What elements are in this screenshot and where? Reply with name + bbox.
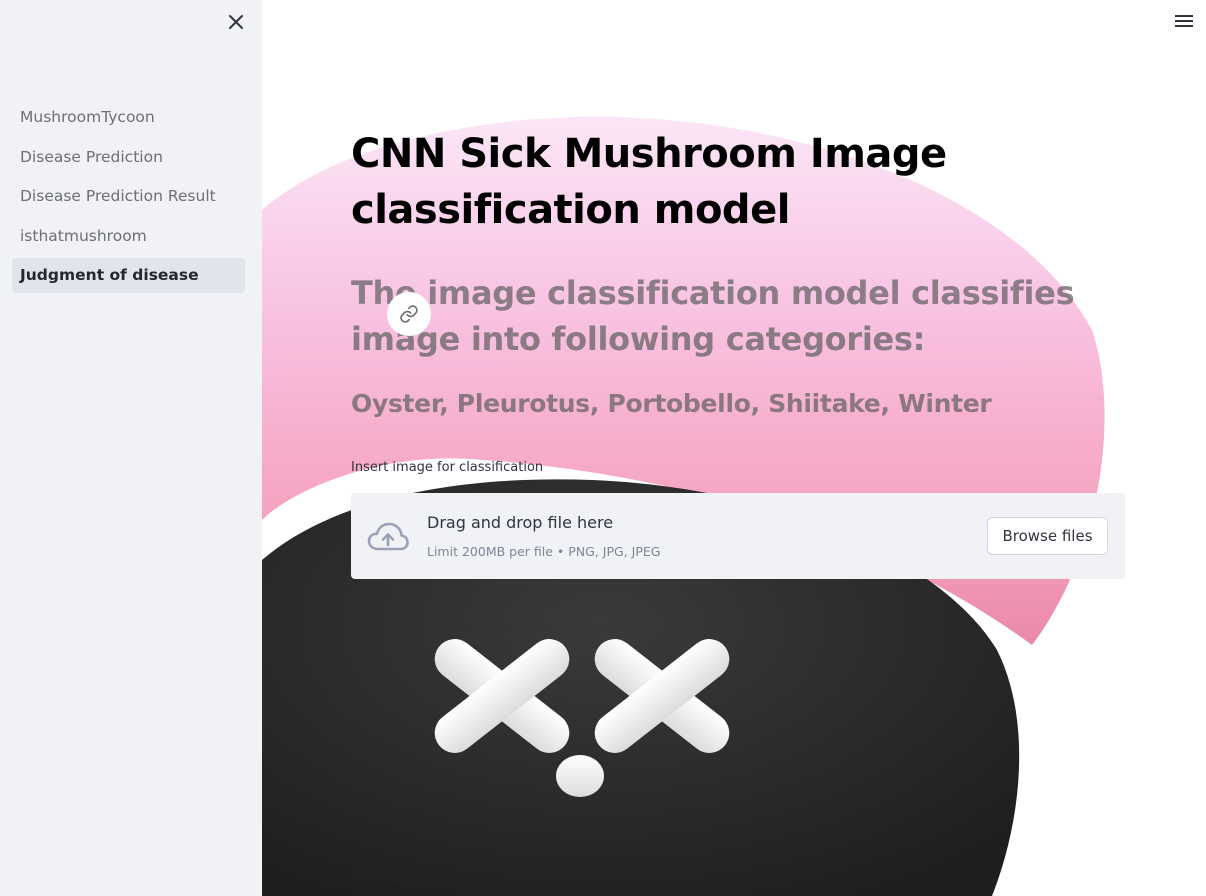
page-subtitle: The image classification model classifie…	[351, 274, 1075, 358]
sidebar-item-disease-prediction-result[interactable]: Disease Prediction Result	[12, 179, 245, 214]
browse-files-button[interactable]: Browse files	[987, 517, 1108, 555]
sidebar-close-button[interactable]	[224, 10, 248, 34]
hamburger-menu-icon	[1175, 15, 1193, 27]
footer-prefix: Made with	[351, 872, 420, 887]
file-dropzone[interactable]: Drag and drop file here Limit 200MB per …	[351, 493, 1125, 579]
sidebar-item-disease-prediction[interactable]: Disease Prediction	[12, 140, 245, 175]
category-list: Oyster, Pleurotus, Portobello, Shiitake,…	[351, 389, 992, 418]
footer: Made with Streamlit	[351, 872, 477, 887]
link-icon	[400, 305, 418, 323]
dropzone-limit-text: Limit 200MB per file • PNG, JPG, JPEG	[427, 544, 661, 559]
sidebar-item-mushroomtycoon[interactable]: MushroomTycoon	[12, 100, 245, 135]
sidebar: MushroomTycoon Disease Prediction Diseas…	[0, 0, 262, 896]
dropzone-instructions: Drag and drop file here	[427, 513, 614, 532]
heading-anchor-link[interactable]	[387, 292, 431, 336]
sidebar-item-judgment-of-disease[interactable]: Judgment of disease	[12, 258, 245, 293]
cloud-upload-icon	[367, 522, 409, 551]
uploader-label: Insert image for classification	[351, 460, 544, 475]
main-area: CNN Sick Mushroom Image classification m…	[262, 0, 1206, 896]
page-title: CNN Sick Mushroom Image classification m…	[351, 131, 947, 233]
footer-streamlit-link[interactable]: Streamlit	[420, 872, 477, 887]
sidebar-item-isthatmushroom[interactable]: isthatmushroom	[12, 219, 245, 254]
sidebar-nav: MushroomTycoon Disease Prediction Diseas…	[12, 100, 245, 298]
close-icon	[229, 15, 243, 29]
main-menu-button[interactable]	[1172, 10, 1196, 32]
upload-status-message: Please upload image to be classified	[351, 618, 634, 636]
